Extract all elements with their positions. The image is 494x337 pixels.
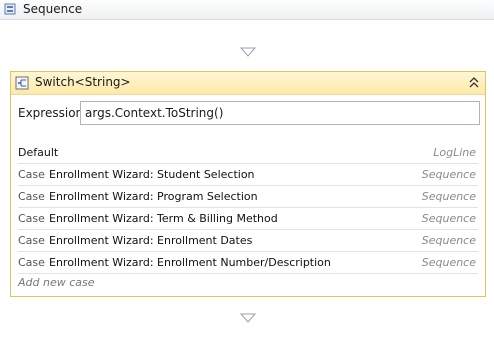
case-keyword: Case	[18, 168, 45, 181]
case-keyword: Case	[18, 212, 45, 225]
default-case-row[interactable]: Default LogLine	[18, 142, 478, 164]
expression-input[interactable]	[80, 101, 480, 125]
switch-header[interactable]: Switch<String>	[11, 72, 485, 95]
case-value: Enrollment Wizard: Program Selection	[49, 190, 258, 203]
case-value: Enrollment Wizard: Student Selection	[49, 168, 255, 181]
case-value: Enrollment Wizard: Term & Billing Method	[49, 212, 278, 225]
sequence-title: Sequence	[23, 2, 83, 16]
drop-arrow-icon[interactable]	[240, 313, 256, 323]
sequence-icon	[4, 3, 16, 15]
case-activity-type: Sequence	[421, 190, 476, 203]
switch-icon	[15, 76, 29, 90]
case-keyword: Case	[18, 256, 45, 269]
case-activity-type: Sequence	[421, 256, 476, 269]
case-activity-type: Sequence	[421, 168, 476, 181]
case-value: Enrollment Wizard: Enrollment Dates	[49, 234, 253, 247]
switch-title: Switch<String>	[35, 75, 131, 89]
drop-arrow-icon[interactable]	[240, 47, 256, 57]
case-row[interactable]: Case Enrollment Wizard: Enrollment Dates…	[18, 230, 478, 252]
expression-label: Expression	[18, 106, 84, 120]
case-row[interactable]: Case Enrollment Wizard: Enrollment Numbe…	[18, 252, 478, 274]
case-value: Enrollment Wizard: Enrollment Number/Des…	[49, 256, 331, 269]
collapse-chevron-icon[interactable]	[467, 76, 481, 90]
default-activity-type: LogLine	[433, 146, 476, 159]
default-label: Default	[18, 146, 59, 159]
case-keyword: Case	[18, 234, 45, 247]
add-new-case-link[interactable]: Add new case	[18, 276, 95, 289]
case-activity-type: Sequence	[421, 234, 476, 247]
case-row[interactable]: Case Enrollment Wizard: Student Selectio…	[18, 164, 478, 186]
switch-activity[interactable]: Switch<String> Expression Default LogLin…	[10, 71, 486, 297]
sequence-header: Sequence	[0, 0, 494, 20]
case-activity-type: Sequence	[421, 212, 476, 225]
case-row[interactable]: Case Enrollment Wizard: Term & Billing M…	[18, 208, 478, 230]
case-keyword: Case	[18, 190, 45, 203]
case-row[interactable]: Case Enrollment Wizard: Program Selectio…	[18, 186, 478, 208]
